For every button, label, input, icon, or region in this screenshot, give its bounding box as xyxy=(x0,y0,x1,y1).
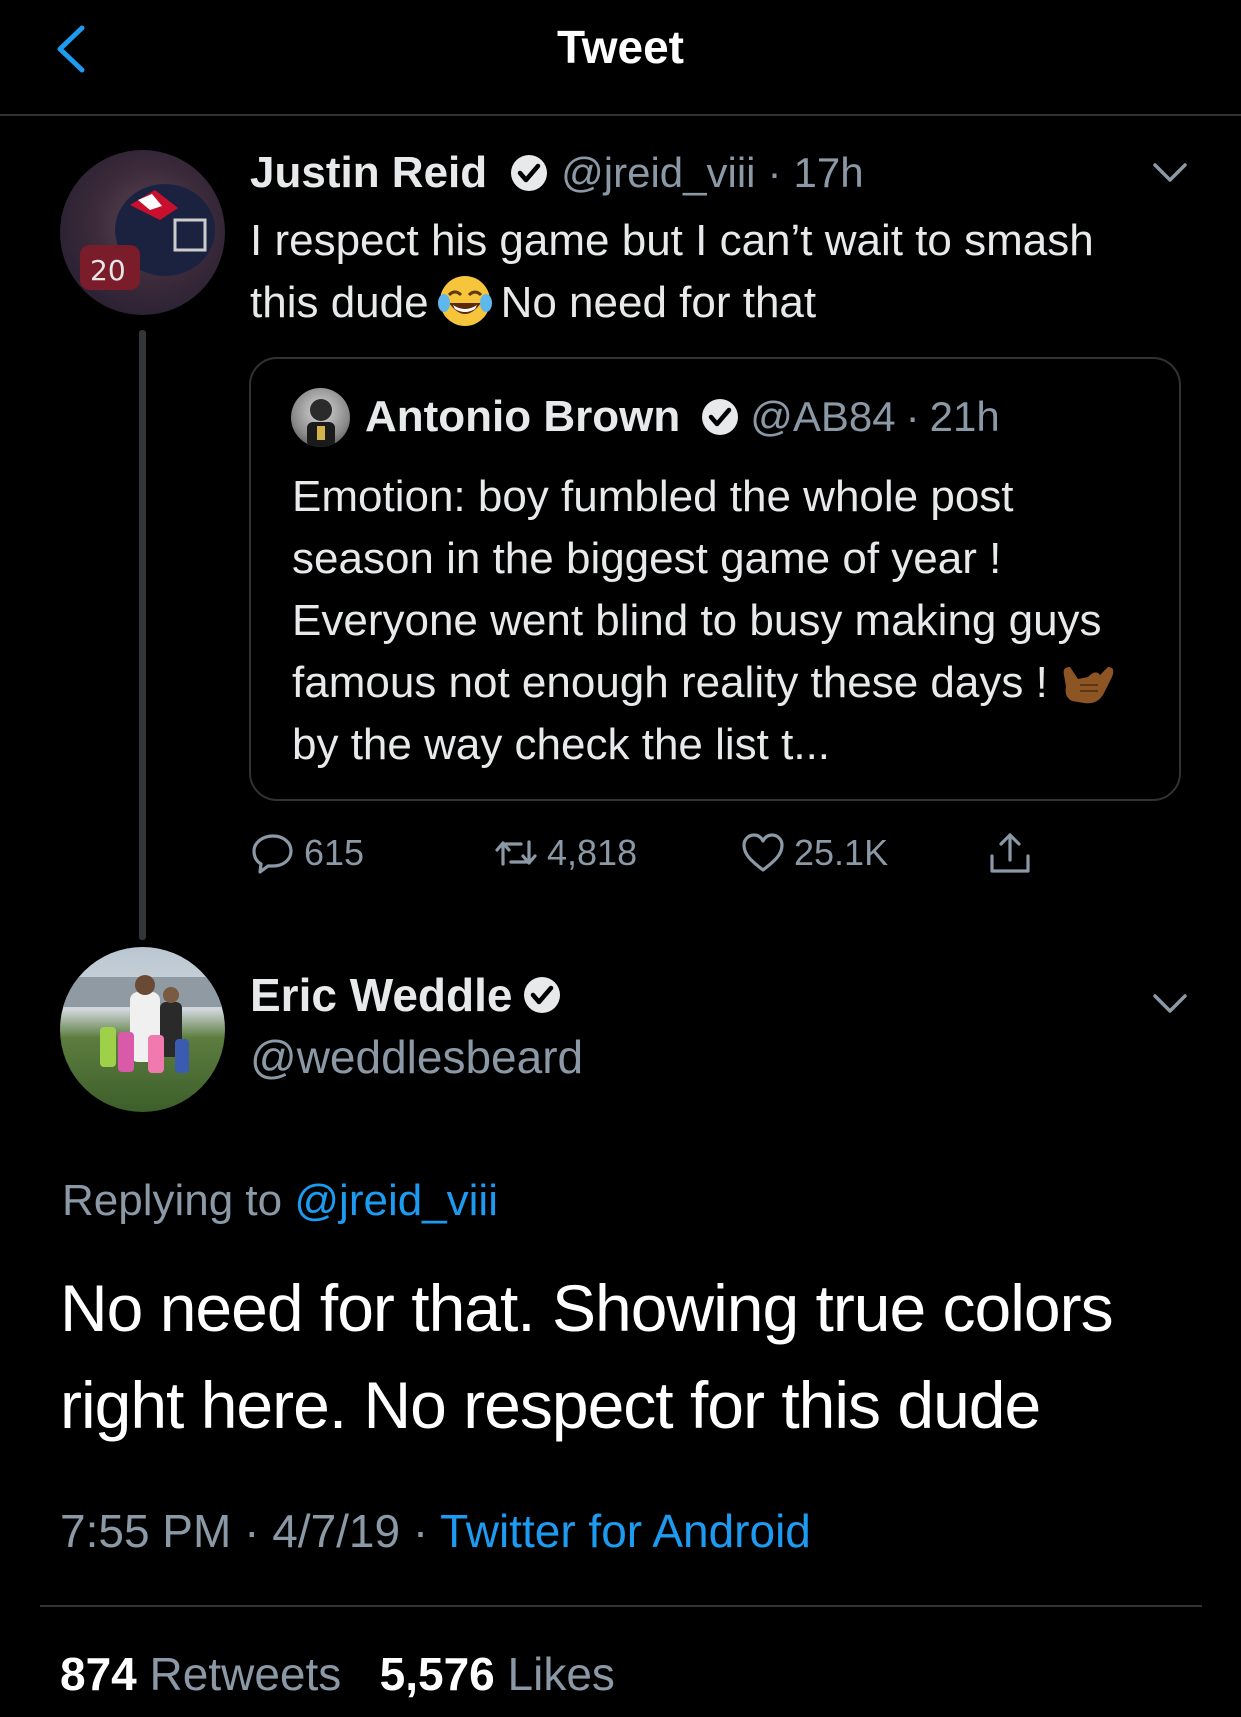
chevron-down-icon[interactable] xyxy=(1152,162,1188,184)
divider xyxy=(40,1605,1202,1607)
tweet-stats: 874 Retweets 5,576 Likes xyxy=(60,1647,615,1701)
tweet-text: I respect his game but I can’t wait to s… xyxy=(250,210,1110,334)
quoted-tweet-text: Emotion: boy fumbled the whole post seas… xyxy=(292,466,1152,776)
like-button[interactable]: 25.1K xyxy=(740,830,888,876)
face-with-tears-of-joy-icon xyxy=(437,276,492,326)
timestamp[interactable]: 17h xyxy=(794,149,864,197)
tweet-source-link[interactable]: Twitter for Android xyxy=(440,1505,811,1557)
retweets-stat[interactable]: 874 Retweets xyxy=(60,1648,341,1700)
separator: · xyxy=(767,149,782,196)
verified-badge-icon xyxy=(511,155,548,191)
replying-to-link[interactable]: @jreid_viii xyxy=(294,1176,498,1225)
handle[interactable]: @weddlesbeard xyxy=(250,1030,583,1084)
tweet-meta: 7:55 PM · 4/7/19 · Twitter for Android xyxy=(60,1504,811,1558)
retweets-label: Retweets xyxy=(149,1648,342,1700)
svg-text:20: 20 xyxy=(90,254,126,287)
share-button[interactable] xyxy=(987,830,1033,876)
tweet-header: Eric Weddle xyxy=(250,968,562,1022)
verified-badge-icon xyxy=(524,977,561,1013)
reply-button[interactable]: 615 xyxy=(250,830,364,876)
heart-icon xyxy=(742,833,784,872)
avatar[interactable] xyxy=(60,947,225,1112)
likes-label: Likes xyxy=(507,1648,615,1700)
retweet-count: 4,818 xyxy=(547,832,638,873)
tweet-time: 7:55 PM xyxy=(60,1505,232,1557)
retweets-count: 874 xyxy=(60,1648,137,1700)
separator: · xyxy=(905,393,920,440)
quoted-timestamp: 21h xyxy=(929,393,1000,440)
like-count: 25.1K xyxy=(794,832,889,873)
tweet-text-part2: No need for that xyxy=(500,278,817,327)
person-icon xyxy=(307,399,335,447)
retweet-icon xyxy=(495,840,537,866)
share-icon xyxy=(990,833,1030,873)
reply-count: 615 xyxy=(304,832,365,873)
chevron-down-icon[interactable] xyxy=(1152,993,1188,1015)
thread-line xyxy=(139,330,146,940)
page-title: Tweet xyxy=(557,21,684,73)
quoted-display-name: Antonio Brown xyxy=(365,392,681,441)
avatar[interactable]: 20 xyxy=(60,150,225,315)
quoted-tweet-header: Antonio Brown @AB84 · 21h xyxy=(365,392,1000,442)
helmet-icon: 20 xyxy=(80,184,215,290)
separator: · xyxy=(412,1505,429,1557)
replying-to: Replying to @jreid_viii xyxy=(62,1176,498,1226)
quoted-text-part1: Emotion: boy fumbled the whole post seas… xyxy=(292,472,1102,707)
main-tweet-text: No need for that. Showing true colors ri… xyxy=(60,1271,1114,1442)
display-name[interactable]: Justin Reid xyxy=(250,148,487,198)
handle[interactable]: @jreid_viii xyxy=(561,149,755,197)
tweet-date: 4/7/19 xyxy=(272,1505,401,1557)
display-name[interactable]: Eric Weddle xyxy=(250,968,512,1022)
call-me-hand-icon xyxy=(1063,667,1114,704)
quoted-text-part2: by the way check the list t... xyxy=(292,720,831,769)
likes-stat[interactable]: 5,576 Likes xyxy=(380,1648,615,1700)
family-photo-icon xyxy=(60,975,225,1073)
reply-icon xyxy=(252,834,293,874)
tweet-header: Justin Reid @jreid_viii · 17h xyxy=(250,148,864,198)
retweet-button[interactable]: 4,818 xyxy=(493,830,637,876)
replying-prefix: Replying to xyxy=(62,1176,283,1225)
tweet-actions: 615 4,818 25.1K xyxy=(250,830,1050,880)
quoted-avatar xyxy=(291,388,350,447)
separator: · xyxy=(244,1505,260,1557)
quoted-handle: @AB84 xyxy=(750,393,896,440)
likes-count: 5,576 xyxy=(379,1648,495,1700)
verified-badge-icon xyxy=(702,399,739,435)
